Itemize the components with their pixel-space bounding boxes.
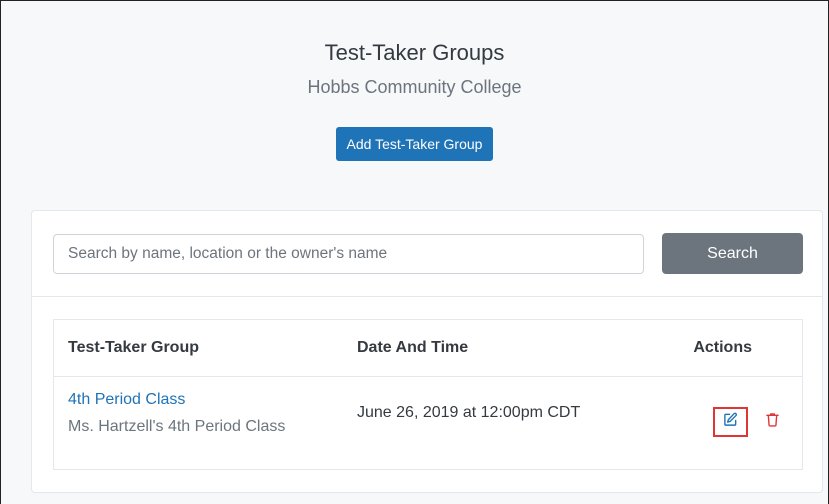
search-input[interactable] bbox=[53, 234, 644, 274]
column-header-group: Test-Taker Group bbox=[68, 339, 199, 356]
add-test-taker-group-button[interactable]: Add Test-Taker Group bbox=[335, 127, 494, 161]
page-header: Test-Taker Groups Hobbs Community Colleg… bbox=[1, 1, 828, 161]
search-bar: Search bbox=[32, 211, 822, 297]
table-header: Test-Taker Group Date And Time Actions bbox=[54, 320, 802, 377]
group-description: Ms. Hartzell's 4th Period Class bbox=[68, 418, 286, 435]
trash-icon bbox=[765, 412, 779, 432]
table-row: 4th Period Class Ms. Hartzell's 4th Peri… bbox=[54, 377, 802, 469]
groups-card: Search Test-Taker Group Date And Time Ac… bbox=[31, 210, 823, 493]
edit-icon bbox=[723, 412, 738, 432]
group-date-time: June 26, 2019 at 12:00pm CDT bbox=[357, 404, 581, 421]
delete-button[interactable] bbox=[760, 409, 784, 435]
groups-table: Test-Taker Group Date And Time Actions 4… bbox=[53, 319, 803, 470]
app-window: Test-Taker Groups Hobbs Community Colleg… bbox=[0, 0, 829, 504]
organization-name: Hobbs Community College bbox=[307, 77, 522, 97]
search-button[interactable]: Search bbox=[662, 233, 803, 274]
column-header-date: Date And Time bbox=[357, 339, 469, 356]
column-header-actions: Actions bbox=[693, 339, 752, 356]
page-title: Test-Taker Groups bbox=[324, 40, 505, 65]
group-name-link[interactable]: 4th Period Class bbox=[68, 391, 185, 409]
edit-button[interactable] bbox=[713, 407, 748, 437]
